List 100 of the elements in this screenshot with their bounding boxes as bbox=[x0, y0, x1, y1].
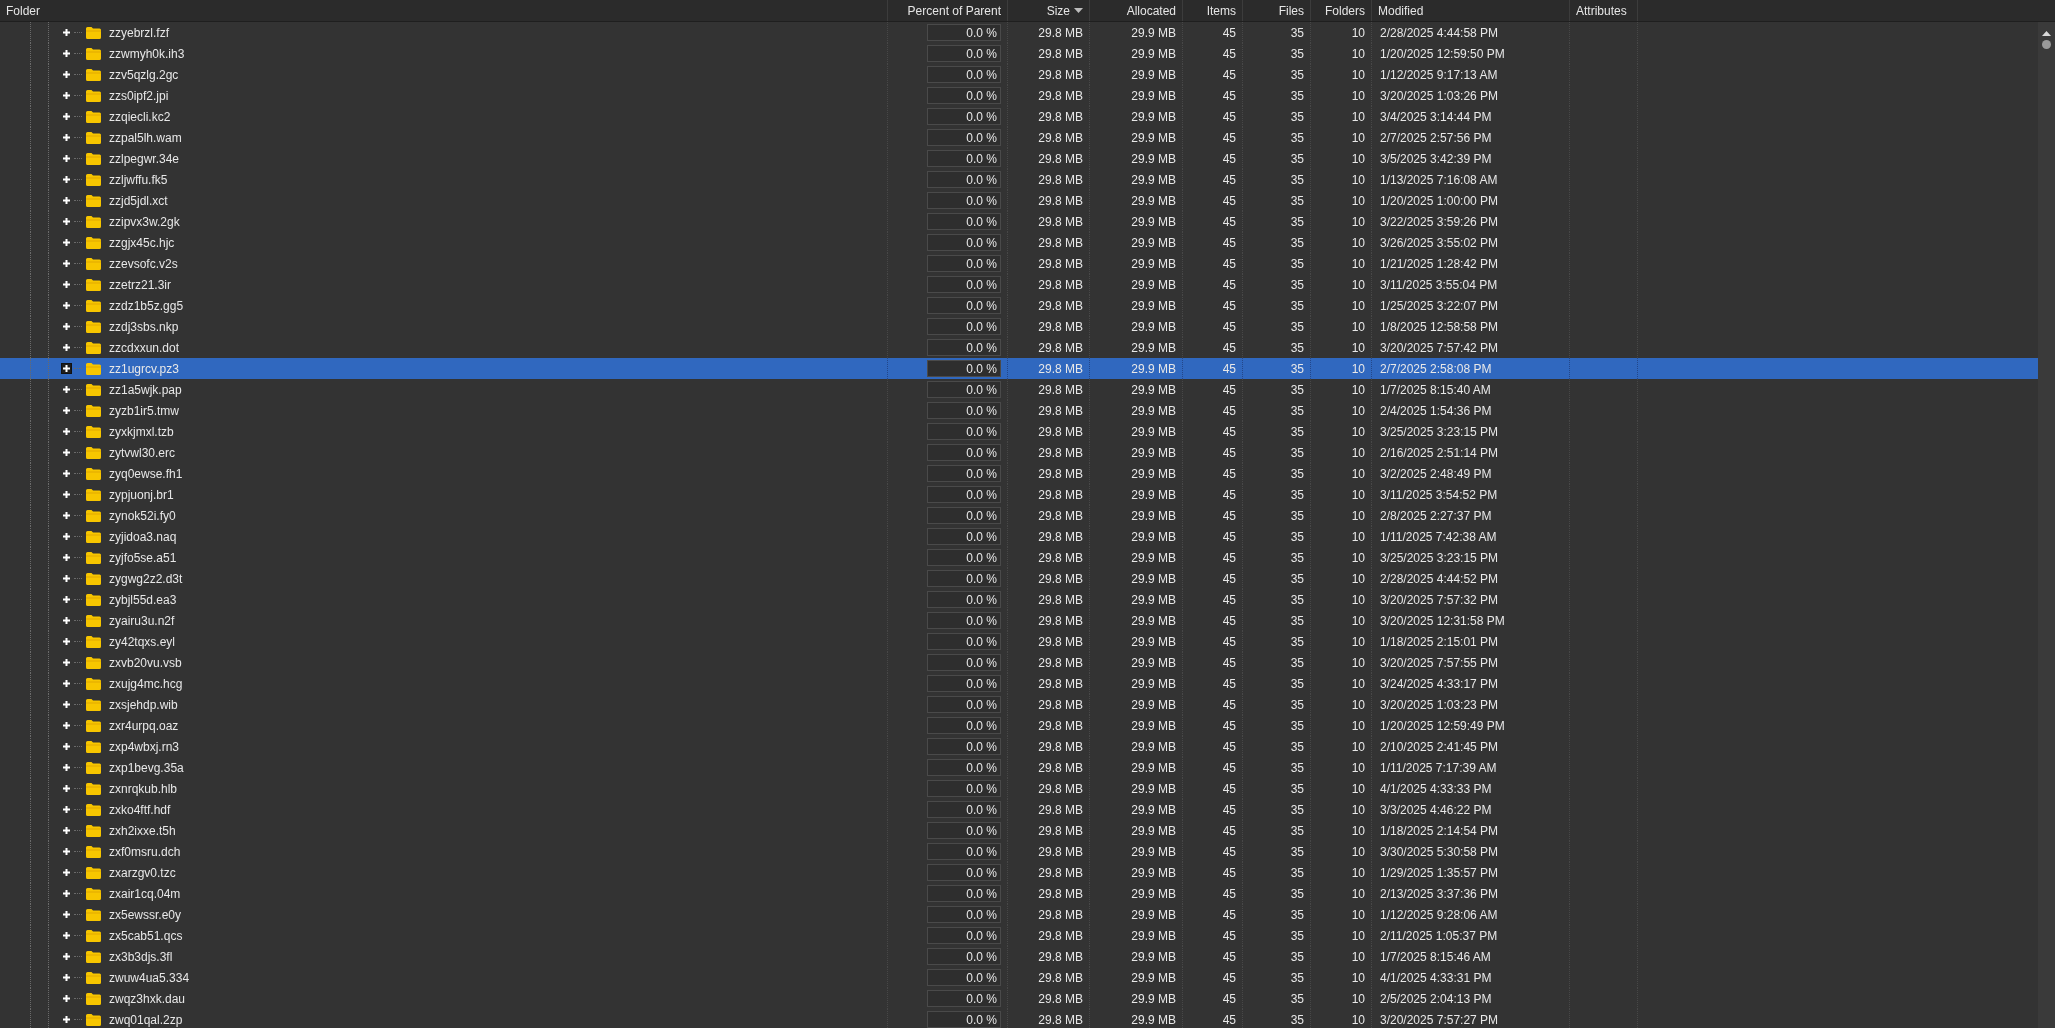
percent-value: 0.0 % bbox=[966, 634, 997, 649]
plus-icon[interactable] bbox=[61, 1014, 72, 1025]
table-cell: 10 bbox=[1351, 256, 1365, 271]
table-row[interactable]: zz1ugrcv.pz3 0.0 % 29.8 MB 29.9 MB 45 35 10 2/7/2025 2:58:08 PM bbox=[0, 358, 2038, 379]
folder-icon bbox=[86, 593, 101, 606]
plus-icon[interactable] bbox=[61, 678, 72, 689]
plus-icon[interactable] bbox=[61, 426, 72, 437]
plus-icon[interactable] bbox=[61, 993, 72, 1004]
plus-icon[interactable] bbox=[61, 489, 72, 500]
plus-icon[interactable] bbox=[61, 300, 72, 311]
table-cell-text: 4/1/2025 4:33:31 PM bbox=[1379, 970, 1492, 985]
column-header[interactable]: Files bbox=[1243, 0, 1311, 21]
column-header[interactable]: Folders bbox=[1311, 0, 1372, 21]
table-cell: 10 bbox=[1351, 760, 1365, 775]
folder-name: zx3b3djs.3fl bbox=[109, 949, 173, 964]
plus-icon[interactable] bbox=[61, 615, 72, 626]
plus-icon[interactable] bbox=[61, 930, 72, 941]
folder-icon bbox=[86, 299, 101, 312]
table-cell: 29.8 MB bbox=[1038, 676, 1083, 691]
plus-icon[interactable] bbox=[61, 342, 72, 353]
plus-icon[interactable] bbox=[61, 657, 72, 668]
plus-icon[interactable] bbox=[61, 258, 72, 269]
table-cell: 29.9 MB bbox=[1131, 655, 1176, 670]
table-cell: 29.9 MB bbox=[1131, 151, 1176, 166]
scroll-up-icon[interactable] bbox=[2042, 31, 2051, 36]
table-cell: 29.8 MB bbox=[1038, 109, 1083, 124]
table-cell: 45 bbox=[1222, 382, 1236, 397]
table-cell: 10 bbox=[1351, 508, 1365, 523]
folder-name: zyxkjmxl.tzb bbox=[109, 424, 174, 439]
plus-icon[interactable] bbox=[61, 363, 72, 374]
table-cell-text: 2/10/2025 2:41:45 PM bbox=[1379, 739, 1499, 754]
plus-icon[interactable] bbox=[61, 27, 72, 38]
percent-value: 0.0 % bbox=[966, 886, 997, 901]
plus-icon[interactable] bbox=[61, 216, 72, 227]
column-header[interactable]: Modified bbox=[1372, 0, 1570, 21]
table-cell: 35 bbox=[1290, 991, 1304, 1006]
column-header[interactable]: Folder bbox=[0, 0, 888, 21]
plus-icon[interactable] bbox=[61, 447, 72, 458]
scroll-thumb[interactable] bbox=[2042, 40, 2051, 49]
table-cell-text: 2/28/2025 4:44:52 PM bbox=[1379, 571, 1499, 586]
plus-icon[interactable] bbox=[61, 384, 72, 395]
plus-icon[interactable] bbox=[61, 111, 72, 122]
plus-icon[interactable] bbox=[61, 825, 72, 836]
plus-icon[interactable] bbox=[61, 867, 72, 878]
table-cell-text: 2/16/2025 2:51:14 PM bbox=[1379, 445, 1499, 460]
column-header[interactable]: Attributes bbox=[1570, 0, 1638, 21]
table-cell: 29.8 MB bbox=[1038, 928, 1083, 943]
folder-icon bbox=[86, 551, 101, 564]
plus-icon[interactable] bbox=[61, 69, 72, 80]
plus-icon[interactable] bbox=[61, 195, 72, 206]
table-cell: 29.8 MB bbox=[1038, 823, 1083, 838]
plus-icon[interactable] bbox=[61, 90, 72, 101]
table-cell: 35 bbox=[1290, 46, 1304, 61]
plus-icon[interactable] bbox=[61, 762, 72, 773]
plus-icon[interactable] bbox=[61, 783, 72, 794]
folder-name: zx5ewssr.e0y bbox=[109, 907, 182, 922]
plus-icon[interactable] bbox=[61, 321, 72, 332]
plus-icon[interactable] bbox=[61, 951, 72, 962]
column-header[interactable]: Allocated bbox=[1090, 0, 1183, 21]
plus-icon[interactable] bbox=[61, 720, 72, 731]
table-cell: 45 bbox=[1222, 865, 1236, 880]
table-cell: 29.8 MB bbox=[1038, 466, 1083, 481]
plus-icon[interactable] bbox=[61, 972, 72, 983]
plus-icon[interactable] bbox=[61, 468, 72, 479]
table-cell: 45 bbox=[1222, 319, 1236, 334]
table-cell: 29.9 MB bbox=[1131, 340, 1176, 355]
plus-icon[interactable] bbox=[61, 888, 72, 899]
plus-icon[interactable] bbox=[61, 573, 72, 584]
plus-icon[interactable] bbox=[61, 279, 72, 290]
plus-icon[interactable] bbox=[61, 909, 72, 920]
folder-name: zzqiecli.kc2 bbox=[109, 109, 171, 124]
column-header[interactable]: Percent of Parent bbox=[888, 0, 1008, 21]
plus-icon[interactable] bbox=[61, 594, 72, 605]
table-cell: 29.9 MB bbox=[1131, 46, 1176, 61]
plus-icon[interactable] bbox=[61, 48, 72, 59]
table-cell: 29.9 MB bbox=[1131, 67, 1176, 82]
table-cell: 10 bbox=[1351, 592, 1365, 607]
plus-icon[interactable] bbox=[61, 552, 72, 563]
plus-icon[interactable] bbox=[61, 636, 72, 647]
plus-icon[interactable] bbox=[61, 174, 72, 185]
plus-icon[interactable] bbox=[61, 237, 72, 248]
table-cell: 10 bbox=[1351, 424, 1365, 439]
plus-icon[interactable] bbox=[61, 741, 72, 752]
plus-icon[interactable] bbox=[61, 132, 72, 143]
table-cell: 45 bbox=[1222, 781, 1236, 796]
column-header[interactable]: Size bbox=[1008, 0, 1090, 21]
plus-icon[interactable] bbox=[61, 699, 72, 710]
plus-icon[interactable] bbox=[61, 405, 72, 416]
plus-icon[interactable] bbox=[61, 531, 72, 542]
folder-name: zxp1bevg.35a bbox=[109, 760, 184, 775]
percent-value: 0.0 % bbox=[966, 445, 997, 460]
column-header[interactable]: Items bbox=[1183, 0, 1243, 21]
plus-icon[interactable] bbox=[61, 510, 72, 521]
folder-icon bbox=[86, 782, 101, 795]
table-cell: 29.9 MB bbox=[1131, 529, 1176, 544]
plus-icon[interactable] bbox=[61, 804, 72, 815]
plus-icon[interactable] bbox=[61, 153, 72, 164]
table-cell: 10 bbox=[1351, 172, 1365, 187]
folder-name: zzlpegwr.34e bbox=[109, 151, 180, 166]
plus-icon[interactable] bbox=[61, 846, 72, 857]
